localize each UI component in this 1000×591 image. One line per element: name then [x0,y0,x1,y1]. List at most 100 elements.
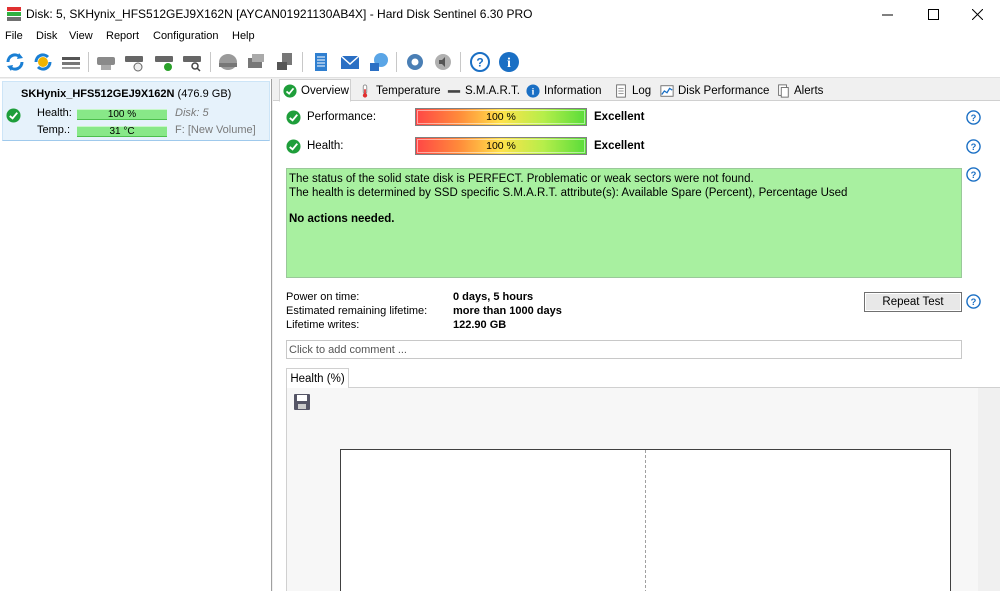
sound-button[interactable] [431,50,455,74]
alerts-icon [778,84,789,98]
log-icon [616,84,626,98]
performance-rating: Excellent [594,111,645,123]
health-label: Health: [307,140,344,152]
disk-health-label: Health: [37,107,72,119]
menu-help[interactable]: Help [232,30,255,42]
disk-button[interactable] [94,50,118,74]
chart-gridline [645,450,646,591]
svg-text:?: ? [971,113,977,123]
network-button[interactable] [367,50,391,74]
menu-view[interactable]: View [69,30,93,42]
maximize-button[interactable] [910,0,956,28]
tab-disk-performance[interactable]: Disk Performance [660,81,769,101]
disk-check-icon [155,56,173,71]
disk-temp-bar: 31 °C [77,126,167,137]
close-button[interactable] [954,0,1000,28]
help-button[interactable]: ? [468,50,492,74]
help-icon[interactable]: ? [966,110,981,125]
toolbar-separator [210,52,211,72]
info-icon: i [499,52,519,72]
close-icon [971,8,983,20]
disk-usb-button[interactable] [273,50,297,74]
smart-icon [447,90,461,93]
network-icon [370,53,388,71]
refresh-all-button[interactable] [31,50,55,74]
tab-smart[interactable]: S.M.A.R.T. [447,81,520,101]
menu-report[interactable]: Report [106,30,139,42]
disk-volume: F: [New Volume] [175,124,256,136]
svg-text:i: i [507,56,511,71]
tab-information[interactable]: i Information [526,81,602,101]
disk-export-icon [248,54,264,68]
tab-overview[interactable]: Overview [279,79,351,102]
health-rating: Excellent [594,140,645,152]
svg-text:?: ? [971,170,977,180]
check-ok-icon [286,139,301,154]
settings-button[interactable] [403,50,427,74]
performance-value: 100 % [486,111,516,123]
health-chart-plot [340,449,951,591]
disk-name-label: SKHynix_HFS512GEJ9X162N (476.9 GB) [21,88,231,100]
tab-label: Information [544,85,602,97]
disk-schedule-icon [125,56,143,72]
help-icon[interactable]: ? [966,167,981,182]
disk-usb-icon [277,53,292,70]
email-button[interactable] [338,50,362,74]
disk-dome-button[interactable] [216,50,240,74]
disk-entry-selected[interactable]: SKHynix_HFS512GEJ9X162N (476.9 GB) Healt… [2,81,270,141]
disk-list-icon [62,57,80,69]
info-icon: i [526,84,540,98]
repeat-test-button[interactable]: Repeat Test [864,292,962,312]
lifetime-value: more than 1000 days [453,305,562,317]
tab-strip: Overview Temperature S.M.A.R.T. i Inform… [273,79,1000,102]
power-on-label: Power on time: [286,291,360,303]
comment-input[interactable]: Click to add comment ... [286,340,962,359]
tab-alerts[interactable]: Alerts [776,81,823,101]
tab-health-percent[interactable]: Health (%) [286,368,349,389]
disk-size: (476.9 GB) [177,88,232,100]
performance-label: Performance: [307,111,377,123]
tab-label: Overview [301,84,349,97]
performance-chart-icon [660,85,674,97]
disk-list-button[interactable] [59,50,83,74]
status-message-box: The status of the solid state disk is PE… [286,168,962,278]
health-bar: 100 % [415,137,587,155]
report-button[interactable] [309,50,333,74]
power-on-value: 0 days, 5 hours [453,291,534,303]
settings-icon [407,54,423,70]
status-text-line1: The status of the solid state disk is PE… [289,173,754,185]
help-icon[interactable]: ? [966,139,981,154]
tab-log[interactable]: Log [614,81,651,101]
disk-export-button[interactable] [244,50,268,74]
title-bar: Disk: 5, SKHynix_HFS512GEJ9X162N [AYCAN0… [0,0,1000,28]
help-icon[interactable]: ? [966,294,981,309]
disk-health-bar: 100 % [77,109,167,120]
lifetime-label: Estimated remaining lifetime: [286,305,428,317]
disk-temp-label: Temp.: [37,124,71,136]
disk-list-panel: SKHynix_HFS512GEJ9X162N (476.9 GB) Healt… [0,79,272,591]
disk-search-button[interactable] [180,50,204,74]
thermometer-icon [362,84,368,98]
tab-label: Log [632,85,652,97]
help-icon: ? [470,52,490,72]
window-title: Disk: 5, SKHynix_HFS512GEJ9X162N [AYCAN0… [26,7,533,21]
save-icon[interactable] [293,393,311,411]
refresh-button[interactable] [3,50,27,74]
disk-check-button[interactable] [152,50,176,74]
toolbar: ? i [0,46,1000,78]
app-icon [7,7,21,21]
menu-configuration[interactable]: Configuration [153,30,218,42]
minimize-button[interactable] [864,0,910,28]
vertical-scrollbar[interactable] [978,388,1000,591]
sound-icon [435,54,451,70]
maximize-icon [927,8,939,20]
disk-schedule-button[interactable] [122,50,146,74]
disk-search-icon [183,56,201,72]
tab-temperature[interactable]: Temperature [358,81,441,101]
menu-file[interactable]: File [5,30,23,42]
disk-gray-icon [97,57,115,70]
info-button[interactable]: i [497,50,521,74]
menu-disk[interactable]: Disk [36,30,57,42]
check-ok-icon [283,83,297,98]
